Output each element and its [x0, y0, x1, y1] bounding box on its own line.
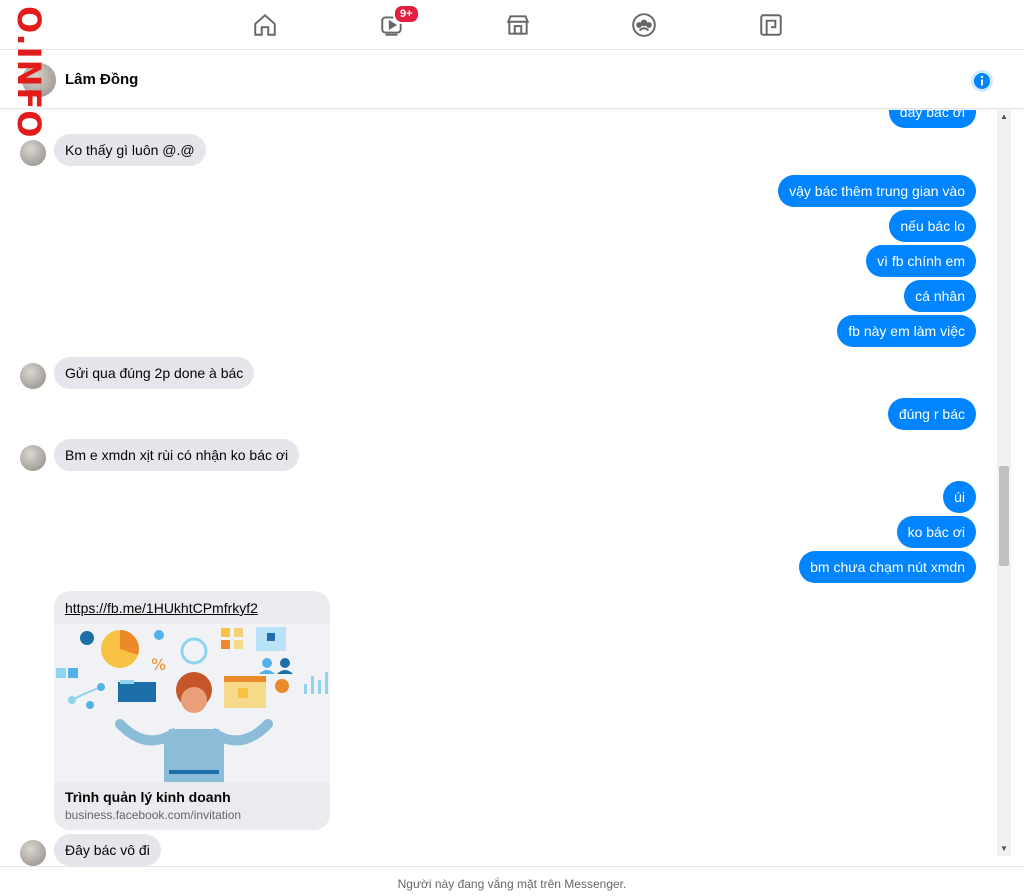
message-bubble-outgoing[interactable]: vậy bác thêm trung gian vào	[778, 175, 976, 207]
message-bubble-incoming[interactable]: Ko thấy gì luôn @.@	[54, 134, 206, 166]
watermark-text: O.INFO	[10, 6, 48, 139]
link-title[interactable]: Trình quản lý kinh doanh	[65, 789, 231, 805]
svg-text:%: %	[151, 655, 166, 674]
message-bubble-incoming[interactable]: Đây bác vô đi	[54, 834, 161, 866]
message-list[interactable]: đây bác ơi Ko thấy gì luôn @.@ vậy bác t…	[0, 110, 1000, 866]
home-icon[interactable]	[250, 10, 280, 40]
link-preview-card[interactable]: https://fb.me/1HUkhtCPmfrkyf2 % Trình qu…	[54, 591, 330, 830]
link-domain: business.facebook.com/invitation	[65, 808, 242, 822]
watch-icon[interactable]: 9+	[377, 4, 420, 40]
watch-badge: 9+	[393, 4, 420, 24]
top-nav: 9+	[0, 0, 1024, 50]
marketplace-icon[interactable]	[503, 10, 533, 40]
message-bubble-outgoing[interactable]: fb này em làm việc	[837, 315, 976, 347]
message-bubble-outgoing[interactable]: đây bác ơi	[888, 110, 976, 128]
gaming-icon[interactable]	[756, 10, 786, 40]
groups-icon[interactable]	[629, 10, 659, 40]
info-icon[interactable]	[970, 69, 994, 93]
sender-avatar	[20, 840, 46, 866]
chat-header: Lâm Đồng	[0, 51, 1024, 109]
message-bubble-outgoing[interactable]: bm chưa chạm nút xmdn	[799, 551, 976, 583]
link-preview-image: %	[54, 624, 330, 782]
status-footer: Người này đang vắng mặt trên Messenger.	[0, 866, 1024, 896]
watermark-logo: O.INFO	[10, 6, 48, 138]
link-url[interactable]: https://fb.me/1HUkhtCPmfrkyf2	[65, 600, 258, 616]
sender-avatar	[20, 363, 46, 389]
away-status-text: Người này đang vắng mặt trên Messenger.	[397, 877, 627, 891]
scroll-thumb[interactable]	[999, 466, 1009, 566]
message-bubble-incoming[interactable]: Gửi qua đúng 2p done à bác	[54, 357, 255, 389]
message-bubble-outgoing[interactable]: úi	[943, 481, 976, 513]
message-bubble-outgoing[interactable]: cá nhân	[904, 280, 976, 312]
message-bubble-outgoing[interactable]: nếu bác lo	[889, 210, 976, 242]
scroll-down-arrow-icon[interactable]: ▼	[997, 842, 1011, 856]
sender-avatar	[20, 445, 46, 471]
message-bubble-incoming[interactable]: Bm e xmdn xịt rùi có nhận ko bác ơi	[54, 439, 300, 471]
message-bubble-outgoing[interactable]: đúng r bác	[887, 398, 976, 430]
sender-avatar	[20, 140, 46, 166]
message-bubble-outgoing[interactable]: vì fb chính em	[866, 245, 976, 277]
message-bubble-outgoing[interactable]: ko bác ơi	[896, 516, 976, 548]
scroll-up-arrow-icon[interactable]: ▲	[997, 110, 1011, 124]
scrollbar[interactable]: ▲ ▼	[997, 110, 1011, 856]
contact-name[interactable]: Lâm Đồng	[65, 71, 138, 88]
